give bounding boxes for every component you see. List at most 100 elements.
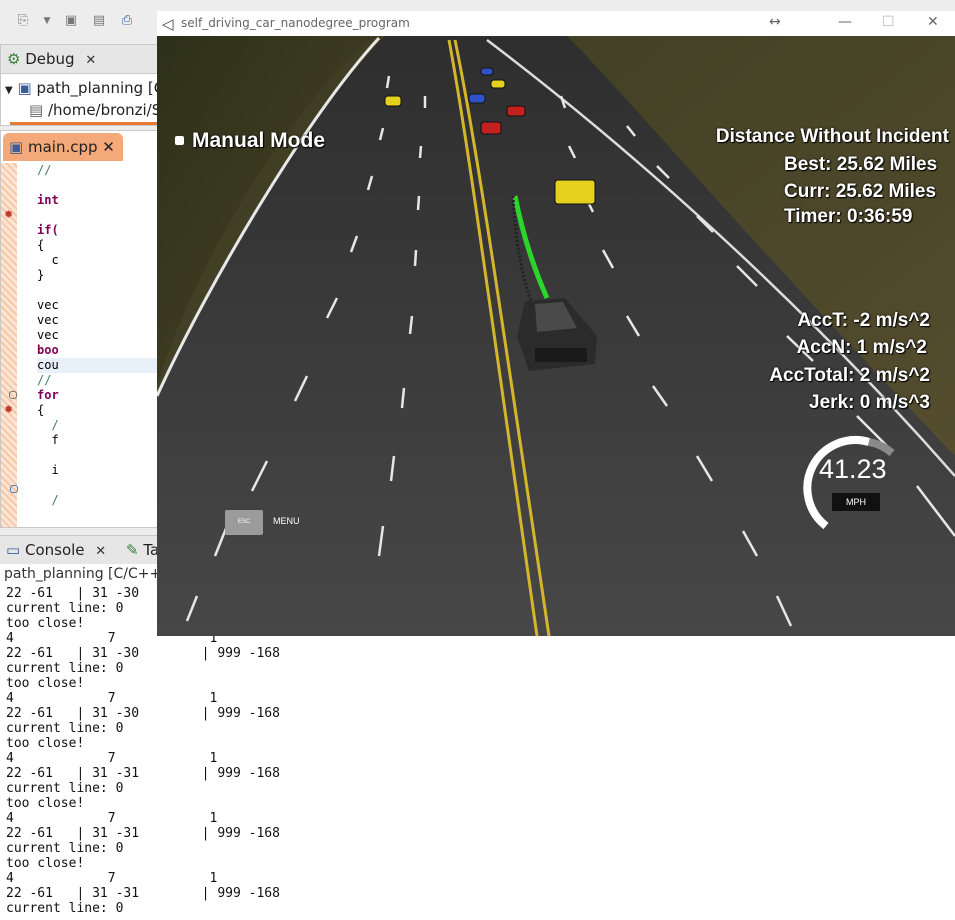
cpp-file-icon: ▣	[9, 138, 24, 156]
manual-mode-label: Manual Mode	[192, 129, 326, 152]
unity-icon: ◁	[162, 15, 174, 33]
bug-marker-icon[interactable]: ✹	[4, 403, 13, 416]
best-distance: Best: 25.62 Miles	[784, 154, 938, 175]
tab-main-cpp-label: main.cpp	[27, 138, 98, 156]
code-line[interactable]: //	[37, 163, 161, 178]
tree-item-path[interactable]: ▤ /home/bronzi/S	[29, 101, 161, 119]
console-line: current line: 0	[6, 781, 124, 796]
console-line: 4 7 1	[6, 691, 218, 706]
tree-item-path-label: /home/bronzi/S	[47, 101, 162, 119]
code-line[interactable]: /	[37, 418, 161, 433]
code-line[interactable]: //	[37, 373, 161, 388]
tree-item-project-label: path_planning [C/	[36, 79, 170, 97]
current-distance: Curr: 25.62 Miles	[784, 181, 937, 202]
console-line: 4 7 1	[6, 751, 218, 766]
jerk: Jerk: 0 m/s^3	[809, 392, 930, 413]
console-line: too close!	[6, 676, 85, 691]
acc-n: AccN: 1 m/s^2	[796, 337, 927, 358]
tab-main-cpp[interactable]: ▣ main.cpp ✕	[3, 133, 123, 161]
lane-dash	[416, 195, 421, 211]
speed-readout: 41.23	[819, 454, 887, 484]
code-line[interactable]: vec	[37, 328, 161, 343]
code-line[interactable]	[37, 178, 161, 193]
tab-console-label: Console	[24, 541, 85, 559]
c-project-icon: ▣	[17, 79, 32, 97]
code-line[interactable]	[37, 478, 161, 493]
code-line[interactable]: vec	[37, 298, 161, 313]
code-line[interactable]: if(	[37, 223, 161, 238]
console-line: 22 -61 | 31 -30	[6, 586, 140, 601]
acc-t: AccT: -2 m/s^2	[797, 310, 930, 331]
distance-header: Distance Without Incident	[715, 126, 949, 147]
console-line: current line: 0	[6, 901, 124, 916]
console-line: current line: 0	[6, 841, 124, 856]
console-icon: ▭	[6, 541, 21, 559]
code-line[interactable]: c	[37, 253, 161, 268]
window-titlebar[interactable]: ◁ self_driving_car_nanodegree_program ↔ …	[157, 11, 955, 37]
game-viewport[interactable]: Manual Mode Distance Without Incident Be…	[155, 36, 955, 637]
debug-icon: ⚙	[7, 50, 21, 68]
code-line[interactable]	[37, 283, 161, 298]
code-line[interactable]: {	[37, 403, 161, 418]
eclipse-toolbar: ⎘ ▼ ▣ ▤ ⎙	[0, 0, 160, 42]
code-line[interactable]	[37, 208, 161, 223]
bookmark-icon[interactable]	[10, 485, 18, 493]
close-button[interactable]: ✕	[927, 14, 939, 30]
console-line: current line: 0	[6, 721, 124, 736]
code-line[interactable]: boo	[37, 343, 161, 358]
maximize-button[interactable]: ☐	[882, 14, 895, 30]
progress-bar	[10, 122, 160, 125]
tab-tasks[interactable]: ✎ Ta	[126, 536, 159, 564]
breakpoint-icon[interactable]	[9, 391, 17, 399]
code-line[interactable]	[37, 448, 161, 463]
expand-icon[interactable]: ▼	[5, 85, 13, 96]
tree-item-project[interactable]: ▼ ▣ path_planning [C/	[5, 79, 169, 97]
save-icon[interactable]: ▣	[62, 12, 80, 30]
close-icon[interactable]: ✕	[102, 138, 115, 156]
code-line[interactable]: i	[37, 463, 161, 478]
console-line: 4 7 1	[6, 811, 218, 826]
console-line: current line: 0	[6, 661, 124, 676]
code-line[interactable]: for	[37, 388, 161, 403]
console-process-label: path_planning [C/C++ /	[4, 566, 171, 582]
tab-console[interactable]: ▭ Console ✕	[6, 536, 106, 564]
code-area[interactable]: //int if({ c} vec vec vec boo cou//for{ / f i …	[37, 163, 161, 523]
debug-view: ⚙ Debug ✕ ▼ ▣ path_planning [C/ ▤ /home/…	[0, 44, 169, 126]
code-line[interactable]: int	[37, 193, 161, 208]
console-line: 22 -61 | 31 -30 | 999 -168	[6, 646, 280, 661]
menu-label: MENU	[273, 516, 300, 526]
code-line[interactable]: f	[37, 433, 161, 448]
manual-mode-checkbox[interactable]	[175, 136, 184, 145]
console-line: too close!	[6, 856, 85, 871]
esc-button[interactable]: ESC	[225, 510, 263, 535]
code-line[interactable]: /	[37, 493, 161, 508]
code-line[interactable]: {	[37, 238, 161, 253]
new-icon[interactable]: ⎘	[14, 12, 32, 30]
save-all-icon[interactable]: ▤	[90, 12, 108, 30]
minimize-button[interactable]: —	[838, 14, 852, 30]
resize-icon[interactable]: ↔	[769, 14, 781, 30]
code-line[interactable]: cou	[37, 358, 161, 373]
traffic-car	[490, 79, 506, 89]
close-icon[interactable]: ✕	[95, 544, 106, 559]
tab-debug[interactable]: ⚙ Debug ✕	[7, 45, 96, 73]
console-line: 22 -61 | 31 -30 | 999 -168	[6, 706, 280, 721]
traffic-car	[506, 105, 526, 117]
console-line: too close!	[6, 796, 85, 811]
code-line[interactable]: vec	[37, 313, 161, 328]
bug-marker-icon[interactable]: ✹	[4, 208, 13, 221]
print-icon[interactable]: ⎙	[118, 12, 136, 30]
lane-dash	[418, 145, 423, 159]
traffic-car	[384, 95, 402, 107]
simulator-window: ◁ self_driving_car_nanodegree_program ↔ …	[155, 11, 955, 637]
console-line: 22 -61 | 31 -31 | 999 -168	[6, 826, 280, 841]
debug-view-header: ⚙ Debug ✕	[1, 45, 161, 74]
traffic-car	[480, 67, 494, 76]
close-icon[interactable]: ✕	[85, 53, 96, 68]
timer: Timer: 0:36:59	[784, 206, 913, 227]
dropdown-icon[interactable]: ▼	[38, 12, 56, 30]
lane-dash	[413, 249, 418, 267]
acc-total: AccTotal: 2 m/s^2	[769, 365, 930, 386]
tasks-icon: ✎	[126, 541, 139, 559]
code-line[interactable]: }	[37, 268, 161, 283]
